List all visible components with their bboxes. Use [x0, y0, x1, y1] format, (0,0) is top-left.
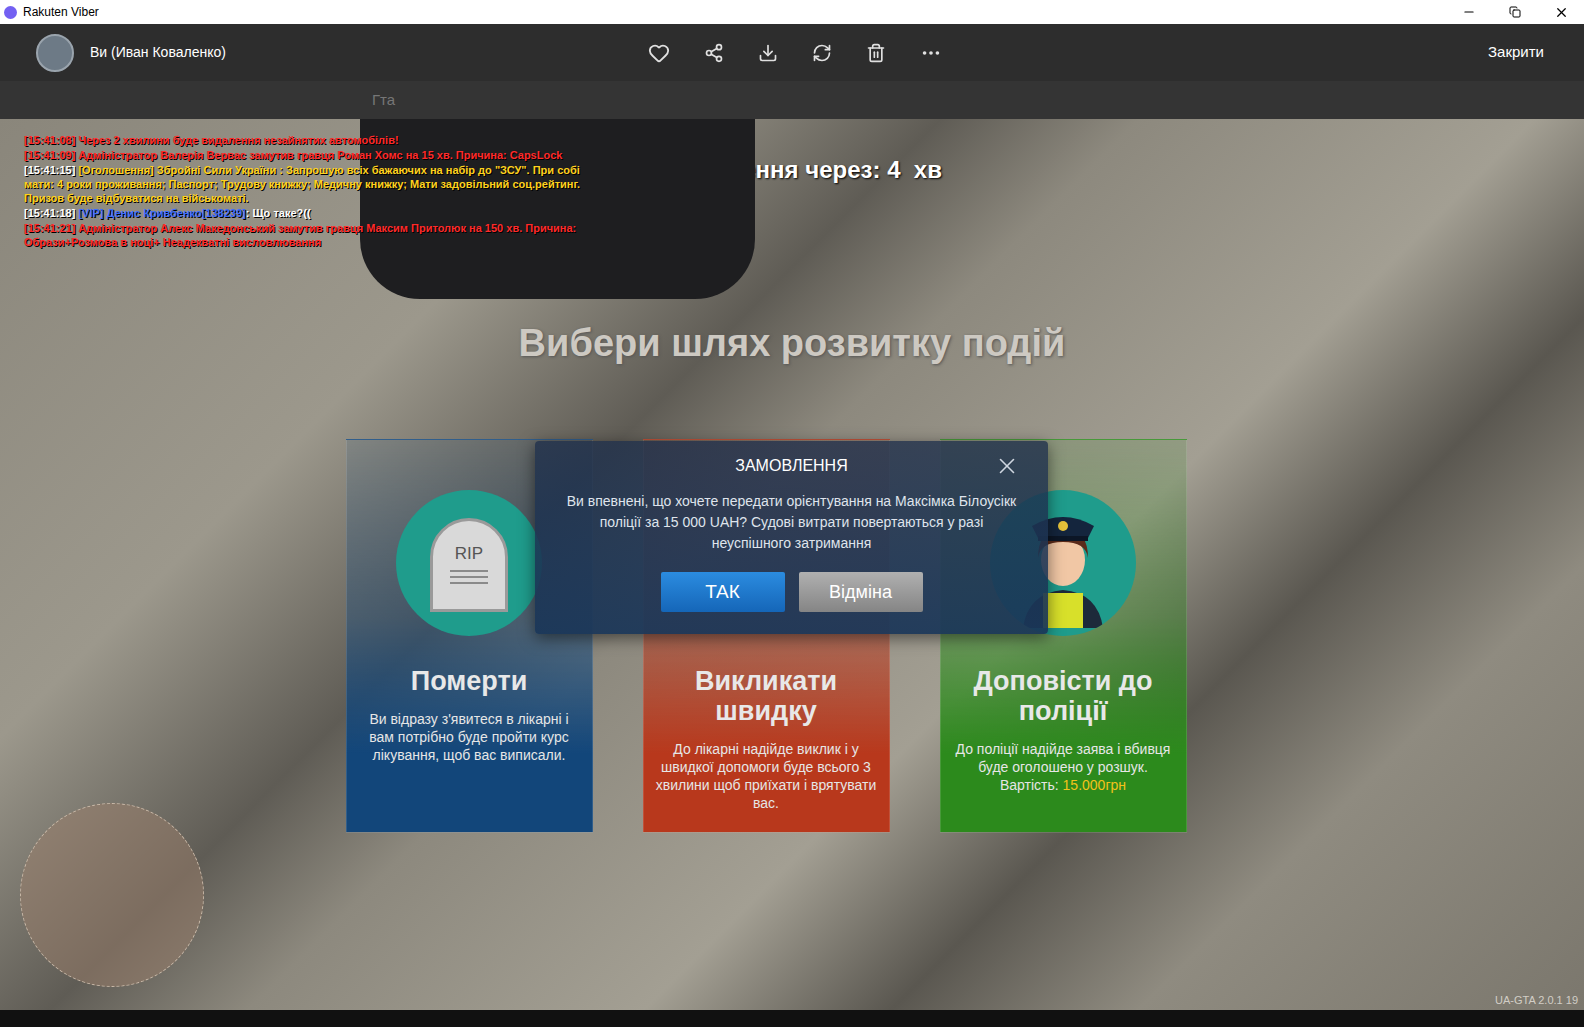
grave-icon: RIP: [396, 490, 542, 636]
confirm-button[interactable]: ТАК: [661, 572, 785, 612]
card-description: До поліції надійде заява і вбивця буде о…: [953, 740, 1174, 794]
avatar[interactable]: [36, 34, 74, 72]
game-version: UA-GTA 2.0.1 19: [1495, 992, 1578, 1009]
title-bar: Rakuten Viber: [0, 0, 1584, 24]
chat-line: [15:41:15] [Оголошення] Збройні Сили Укр…: [24, 163, 594, 205]
card-title: Викликати швидку: [656, 666, 877, 726]
chat-line: [15:41:18] [VIP] Денис Кривбенко[138239]…: [24, 206, 594, 220]
chat-line: [15:41:08] Через 2 хвилини буде видаленн…: [24, 133, 594, 147]
close-viewer-button[interactable]: Закрити: [1488, 41, 1548, 64]
minimize-button[interactable]: [1446, 0, 1492, 24]
restore-button[interactable]: [1492, 0, 1538, 24]
minimap: [20, 803, 204, 987]
more-icon[interactable]: [920, 42, 942, 64]
dialog-close-button[interactable]: [994, 453, 1020, 479]
card-description: До лікарні надійде виклик і у швидкої до…: [656, 740, 877, 812]
game-screenshot: [15:41:08] Через 2 хвилини буде видаленн…: [0, 119, 1584, 1010]
window-title: Rakuten Viber: [23, 3, 99, 21]
download-icon[interactable]: [758, 43, 778, 63]
like-icon[interactable]: [648, 42, 670, 64]
bottom-strip: [0, 1010, 1584, 1027]
rotate-icon[interactable]: [812, 43, 832, 63]
chat-name: Гта: [372, 89, 395, 112]
viber-logo-icon: [4, 6, 17, 19]
order-dialog: ЗАМОВЛЕННЯ Ви впевнені, що хочете передат…: [535, 441, 1048, 634]
car: [360, 119, 755, 299]
card-title: Доповісти до поліції: [953, 666, 1174, 726]
dialog-title: ЗАМОВЛЕННЯ: [735, 454, 847, 478]
close-window-button[interactable]: [1538, 0, 1584, 24]
app-window: Rakuten Viber Ви (Иван Коваленко) Закрити Г…: [0, 0, 1584, 1027]
chat-line: [15:41:21] Адміністратор Алекс Македонсь…: [24, 221, 594, 249]
chat-header-dim: Гта: [0, 81, 1584, 119]
dialog-message: Ви впевнені, що хочете передати орієнтув…: [535, 491, 1048, 554]
sender-name: Ви (Иван Коваленко): [90, 42, 530, 63]
card-price: Вартість: 15.000грн: [953, 776, 1174, 794]
share-icon[interactable]: [704, 43, 724, 63]
chat-log: [15:41:08] Через 2 хвилини буде видаленн…: [24, 133, 594, 249]
choice-heading: Вибери шлях розвитку подій: [519, 320, 1066, 366]
delete-icon[interactable]: [866, 43, 886, 63]
viewer-toolbar: Ви (Иван Коваленко) Закрити: [0, 24, 1584, 81]
cancel-button[interactable]: Відміна: [799, 572, 923, 612]
card-description: Ви відразу з'явитеся в лікарні і вам пот…: [359, 710, 580, 764]
card-title: Померти: [411, 666, 528, 696]
chat-line: [15:41:09] Адміністратор Валерія Вервас …: [24, 148, 594, 162]
